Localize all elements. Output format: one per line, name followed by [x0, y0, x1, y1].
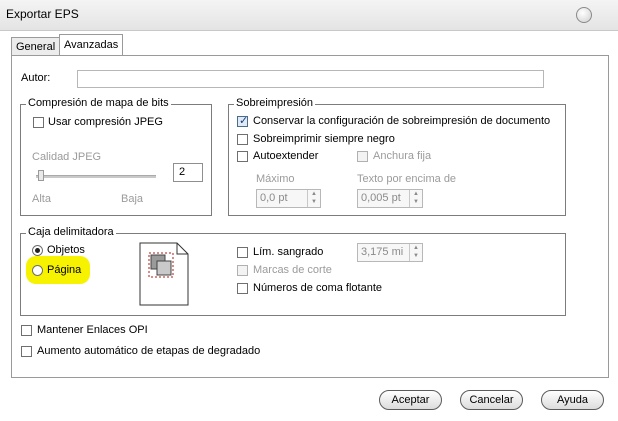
- page-preview-icon: [139, 242, 189, 306]
- title-bar: Exportar EPS: [0, 0, 618, 31]
- auto-extend-checkbox[interactable]: [237, 151, 248, 162]
- objects-radio[interactable]: [32, 245, 43, 256]
- page-radio[interactable]: [32, 265, 43, 276]
- use-jpeg-label: Usar compresión JPEG: [48, 116, 163, 128]
- keep-opi-label: Mantener Enlaces OPI: [37, 324, 148, 336]
- bleed-limit-label: Lím. sangrado: [253, 246, 324, 258]
- spinner-arrows-icon[interactable]: ▲ ▼: [409, 244, 422, 261]
- quality-high-label: Alta: [32, 193, 51, 205]
- fixed-width-checkbox[interactable]: [357, 151, 368, 162]
- float-numbers-label: Números de coma flotante: [253, 282, 383, 294]
- crop-marks-label: Marcas de corte: [253, 264, 332, 276]
- always-black-label: Sobreimprimir siempre negro: [253, 133, 395, 145]
- bounding-box-legend: Caja delimitadora: [26, 226, 116, 238]
- auto-gradient-label: Aumento automático de etapas de degradad…: [37, 345, 261, 357]
- accept-button[interactable]: Aceptar: [379, 390, 442, 410]
- max-spinner[interactable]: 0,0 pt ▲ ▼: [256, 189, 321, 208]
- tab-general[interactable]: General: [11, 37, 61, 56]
- keep-overprint-label: Conservar la configuración de sobreimpre…: [253, 115, 551, 127]
- jpeg-quality-slider-thumb[interactable]: [38, 170, 44, 181]
- fixed-width-label: Anchura fija: [373, 150, 432, 162]
- max-label: Máximo: [256, 173, 295, 185]
- cancel-button[interactable]: Cancelar: [460, 390, 523, 410]
- jpeg-quality-input[interactable]: 2: [173, 163, 203, 182]
- window-title: Exportar EPS: [6, 7, 79, 21]
- tab-general-label: General: [16, 41, 56, 53]
- text-above-value: 0,005 pt: [361, 192, 401, 204]
- text-above-spinner[interactable]: 0,005 pt ▲ ▼: [357, 189, 423, 208]
- bitmap-compression-legend: Compresión de mapa de bits: [26, 97, 171, 109]
- checkmark-icon: ✓: [239, 115, 249, 127]
- spinner-arrows-icon[interactable]: ▲ ▼: [307, 190, 320, 207]
- float-numbers-checkbox[interactable]: [237, 283, 248, 294]
- spinner-arrows-icon[interactable]: ▲ ▼: [409, 190, 422, 207]
- help-button[interactable]: Ayuda: [541, 390, 604, 410]
- use-jpeg-checkbox[interactable]: [33, 117, 44, 128]
- help-button-label: Ayuda: [557, 394, 588, 406]
- overprint-legend: Sobreimpresión: [234, 97, 316, 109]
- tab-advanced-label: Avanzadas: [64, 39, 119, 51]
- page-label: Página: [47, 264, 82, 276]
- text-above-label: Texto por encima de: [357, 173, 457, 185]
- close-icon[interactable]: [576, 7, 592, 23]
- bleed-limit-checkbox[interactable]: [237, 247, 248, 258]
- jpeg-quality-value: 2: [179, 166, 186, 178]
- tab-advanced[interactable]: Avanzadas: [59, 34, 124, 56]
- author-label: Autor:: [21, 72, 51, 84]
- author-input[interactable]: [77, 70, 544, 88]
- bleed-limit-value: 3,175 mi: [361, 246, 404, 258]
- auto-extend-label: Autoextender: [253, 150, 319, 162]
- crop-marks-checkbox[interactable]: [237, 265, 248, 276]
- jpeg-quality-slider-track[interactable]: [36, 175, 156, 178]
- objects-label: Objetos: [47, 244, 85, 256]
- auto-gradient-checkbox[interactable]: [21, 346, 32, 357]
- keep-overprint-checkbox[interactable]: ✓: [237, 115, 249, 127]
- cancel-button-label: Cancelar: [469, 394, 514, 406]
- bleed-limit-spinner[interactable]: 3,175 mi ▲ ▼: [357, 243, 423, 262]
- quality-low-label: Baja: [121, 193, 144, 205]
- jpeg-quality-label: Calidad JPEG: [32, 151, 102, 163]
- always-black-checkbox[interactable]: [237, 134, 248, 145]
- keep-opi-checkbox[interactable]: [21, 325, 32, 336]
- accept-button-label: Aceptar: [391, 394, 430, 406]
- max-value: 0,0 pt: [260, 192, 288, 204]
